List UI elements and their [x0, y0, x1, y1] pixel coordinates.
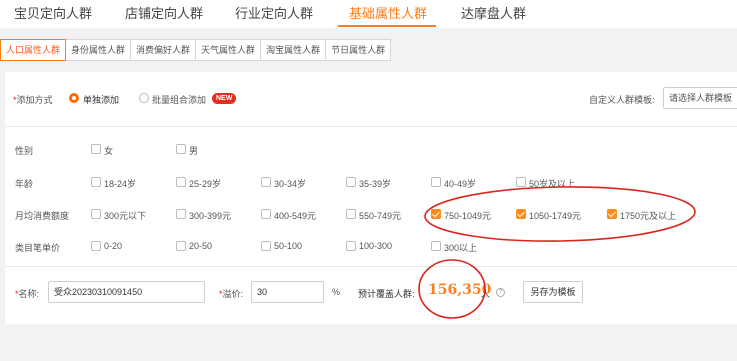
spend-option-label: 300元以下 — [104, 211, 147, 221]
checkbox-price-100-300[interactable] — [346, 241, 356, 251]
checkbox-age-18-24[interactable] — [91, 177, 101, 187]
percent-sign: % — [332, 287, 341, 297]
tab-basic-attribute[interactable]: 基础属性人群 — [349, 3, 427, 22]
divider-top — [5, 126, 737, 127]
tab-industry-targeting[interactable]: 行业定向人群 — [235, 3, 313, 22]
subtab-taobao[interactable]: 淘宝属性人群 — [261, 39, 327, 61]
template-select[interactable]: 请选择人群模板 — [663, 87, 737, 109]
checkbox-age-35-39[interactable] — [346, 177, 356, 187]
radio-batch-add[interactable] — [139, 93, 149, 103]
price-option-label: 0-20 — [104, 241, 123, 251]
price-option-label: 50-100 — [274, 241, 303, 251]
divider-bottom — [5, 266, 737, 267]
price-option-label: 20-50 — [189, 241, 213, 251]
spend-option-label: 750-1049元 — [444, 211, 492, 221]
checkbox-spend-1750-plus[interactable] — [607, 209, 617, 219]
top-nav: 宝贝定向人群 店铺定向人群 行业定向人群 基础属性人群 达摩盘人群 — [0, 0, 737, 28]
radio-single-add[interactable] — [69, 93, 79, 103]
tab-damopan[interactable]: 达摩盘人群 — [461, 3, 526, 22]
checkbox-price-50-100[interactable] — [261, 241, 271, 251]
female-label: 女 — [104, 146, 114, 156]
checkbox-age-30-34[interactable] — [261, 177, 271, 187]
checkbox-spend-400-549[interactable] — [261, 209, 271, 219]
checkbox-price-20-50[interactable] — [176, 241, 186, 251]
spend-option-label: 1050-1749元 — [529, 211, 582, 221]
premium-input[interactable]: 30 — [251, 281, 324, 303]
tab-baobei-targeting[interactable]: 宝贝定向人群 — [14, 3, 92, 22]
save-as-template-button[interactable]: 另存为模板 — [523, 281, 583, 303]
tab-shop-targeting[interactable]: 店铺定向人群 — [125, 3, 203, 22]
checkbox-age-50-plus[interactable] — [516, 177, 526, 187]
gender-label: 性别 — [15, 146, 34, 156]
checkbox-age-40-49[interactable] — [431, 177, 441, 187]
age-option-label: 40-49岁 — [444, 179, 477, 189]
spend-option-label: 550-749元 — [359, 211, 402, 221]
price-label: 类目笔单价 — [15, 243, 61, 253]
age-label: 年龄 — [15, 179, 34, 189]
batch-add-label[interactable]: 批量组合添加 — [152, 93, 206, 106]
checkbox-spend-300-399[interactable] — [176, 209, 186, 219]
age-option-label: 35-39岁 — [359, 179, 392, 189]
help-icon[interactable]: ? — [496, 288, 505, 297]
checkbox-spend-750-1049[interactable] — [431, 209, 441, 219]
new-badge: NEW — [212, 93, 237, 104]
age-option-label: 18-24岁 — [104, 179, 137, 189]
age-option-label: 50岁及以上 — [529, 179, 576, 189]
active-tab-underline — [338, 25, 436, 27]
checkbox-spend-under-300[interactable] — [91, 209, 101, 219]
subtab-identity[interactable]: 身份属性人群 — [66, 39, 132, 61]
name-label: *名称: — [15, 289, 40, 299]
spend-option-label: 1750元及以上 — [620, 211, 677, 221]
coverage-label: 预计覆盖人群: — [358, 289, 415, 299]
premium-label: *溢价: — [219, 289, 244, 299]
checkbox-spend-550-749[interactable] — [346, 209, 356, 219]
spend-option-label: 400-549元 — [274, 211, 317, 221]
spend-label: 月均消费额度 — [15, 211, 70, 221]
subtab-weather[interactable]: 天气属性人群 — [196, 39, 262, 61]
subtab-demographic[interactable]: 人口属性人群 — [0, 39, 67, 61]
add-mode-label: *添加方式 — [13, 95, 53, 105]
name-input[interactable]: 受众20230310091450 — [48, 281, 205, 303]
male-label: 男 — [189, 146, 199, 156]
checkbox-spend-1050-1749[interactable] — [516, 209, 526, 219]
checkbox-female[interactable] — [91, 144, 101, 154]
template-label: 自定义人群模板: — [589, 95, 655, 105]
age-option-label: 25-29岁 — [189, 179, 222, 189]
subtab-consumption[interactable]: 消费偏好人群 — [131, 39, 197, 61]
age-option-label: 30-34岁 — [274, 179, 307, 189]
single-add-label[interactable]: 单独添加 — [83, 93, 119, 106]
spend-option-label: 300-399元 — [189, 211, 232, 221]
checkbox-price-300-plus[interactable] — [431, 241, 441, 251]
checkbox-male[interactable] — [176, 144, 186, 154]
coverage-unit: 人 — [481, 289, 491, 299]
sub-tabs: 人口属性人群 身份属性人群 消费偏好人群 天气属性人群 淘宝属性人群 节日属性人… — [0, 39, 392, 61]
price-option-label: 300以上 — [444, 243, 478, 253]
price-option-label: 100-300 — [359, 241, 393, 251]
subtab-holiday[interactable]: 节日属性人群 — [326, 39, 392, 61]
checkbox-age-25-29[interactable] — [176, 177, 186, 187]
checkbox-price-0-20[interactable] — [91, 241, 101, 251]
